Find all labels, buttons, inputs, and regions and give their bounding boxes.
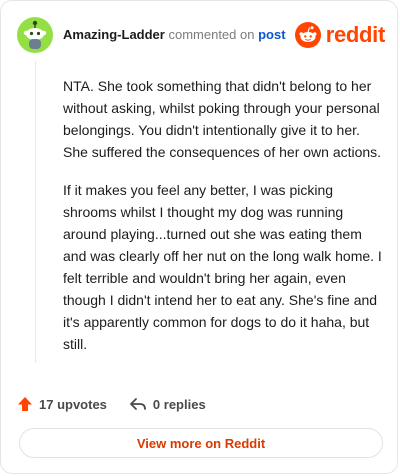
upvote-arrow-icon: [18, 397, 32, 411]
reddit-wordmark: reddit: [325, 22, 386, 47]
commented-on-text: commented on: [168, 27, 255, 42]
author-username[interactable]: Amazing-Ladder: [63, 27, 165, 42]
reddit-brand[interactable]: reddit: [294, 21, 386, 49]
reddit-logo-icon: [294, 22, 321, 48]
comment-meta: Amazing-Ladder commented on post: [63, 27, 286, 43]
comment-paragraph: NTA. She took something that didn't belo…: [63, 78, 382, 160]
reply-arrow-icon: [130, 398, 146, 410]
replies-button[interactable]: 0 replies: [129, 396, 206, 412]
comment-embed-card: Amazing-Ladder commented on post reddit …: [0, 0, 398, 474]
upvote-button[interactable]: 17 upvotes: [17, 396, 107, 412]
reply-count: 0 replies: [152, 396, 206, 412]
comment-header: Amazing-Ladder commented on post reddit: [17, 17, 385, 53]
user-avatar[interactable]: [17, 17, 53, 53]
upvote-count: 17 upvotes: [39, 396, 107, 412]
comment-paragraph: If it makes you feel any better, I was p…: [63, 182, 382, 352]
snoo-avatar-icon: [17, 17, 53, 53]
thread-line: [35, 61, 36, 363]
comment-body: NTA. She took something that didn't belo…: [63, 75, 383, 371]
view-more-on-reddit-button[interactable]: View more on Reddit: [19, 428, 383, 458]
post-link[interactable]: post: [258, 27, 285, 42]
comment-actions: 17 upvotes 0 replies: [17, 393, 206, 415]
